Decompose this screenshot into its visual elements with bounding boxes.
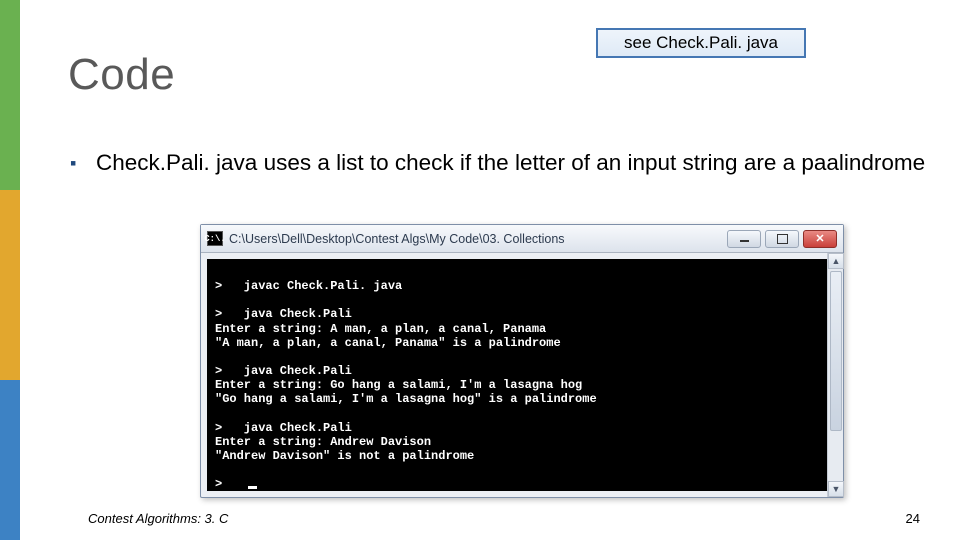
slide: Code see Check.Pali. java ▪ Check.Pali. …	[0, 0, 960, 540]
maximize-button[interactable]	[765, 230, 799, 248]
see-file-label: see Check.Pali. java	[624, 33, 778, 53]
see-file-callout: see Check.Pali. java	[596, 28, 806, 58]
vertical-scrollbar[interactable]: ▲ ▼	[827, 253, 843, 497]
scroll-up-button[interactable]: ▲	[828, 253, 844, 269]
slide-title: Code	[68, 50, 175, 100]
cmd-icon: C:\.	[207, 231, 223, 246]
bullet-mark: ▪	[70, 148, 96, 177]
minimize-button[interactable]	[727, 230, 761, 248]
sidebar-blue	[0, 380, 20, 540]
body-text: ▪ Check.Pali. java uses a list to check …	[70, 148, 930, 177]
terminal-cursor	[248, 486, 257, 489]
slide-number: 24	[906, 511, 920, 526]
close-button[interactable]: ✕	[803, 230, 837, 248]
footer-breadcrumb: Contest Algorithms: 3. C	[88, 511, 228, 526]
sidebar-orange	[0, 190, 20, 380]
bullet-text: Check.Pali. java uses a list to check if…	[96, 148, 925, 177]
window-title-text: C:\Users\Dell\Desktop\Contest Algs\My Co…	[229, 232, 721, 246]
terminal-output: > javac Check.Pali. java > java Check.Pa…	[207, 259, 827, 491]
terminal-text: > javac Check.Pali. java > java Check.Pa…	[215, 279, 597, 491]
left-sidebar-decor	[0, 0, 20, 540]
scroll-down-button[interactable]: ▼	[828, 481, 844, 497]
sidebar-green	[0, 0, 20, 190]
window-buttons: ✕	[727, 230, 837, 248]
command-prompt-window: C:\. C:\Users\Dell\Desktop\Contest Algs\…	[200, 224, 844, 498]
window-titlebar: C:\. C:\Users\Dell\Desktop\Contest Algs\…	[201, 225, 843, 253]
scroll-thumb[interactable]	[830, 271, 842, 431]
